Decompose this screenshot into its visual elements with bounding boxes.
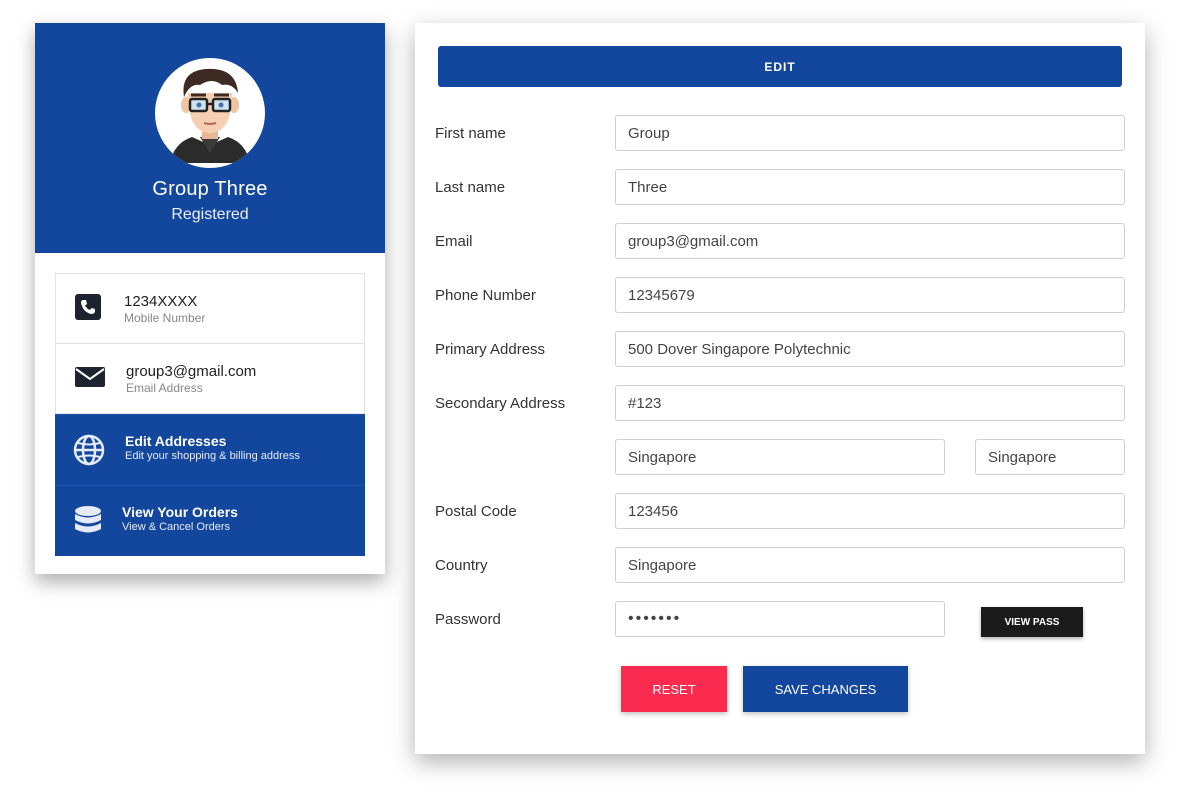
view-pass-button[interactable]: VIEW PASS (981, 607, 1083, 637)
first-name-field[interactable]: Group (615, 115, 1125, 151)
email-label: Email (435, 233, 473, 250)
avatar-illustration (170, 68, 250, 163)
edit-addresses-button[interactable]: Edit Addresses Edit your shopping & bill… (55, 414, 365, 485)
password-label: Password (435, 611, 501, 628)
city-field[interactable]: Singapore (615, 439, 945, 475)
view-orders-subtitle: View & Cancel Orders (122, 521, 231, 533)
phone-icon (74, 293, 104, 323)
reset-button[interactable]: RESET (621, 666, 727, 712)
edit-header-bar: EDIT (438, 46, 1122, 87)
avatar (155, 58, 265, 168)
postal-code-label: Postal Code (435, 503, 517, 520)
profile-header: Group Three Registered (35, 23, 385, 253)
phone-value: 1234XXXX (124, 293, 198, 310)
phone-number-label: Phone Number (435, 287, 536, 304)
profile-card: Group Three Registered 1234XXXX Mobile N… (35, 23, 385, 574)
edit-addresses-title: Edit Addresses (125, 433, 227, 449)
view-orders-button[interactable]: View Your Orders View & Cancel Orders (55, 485, 365, 556)
globe-icon (73, 434, 105, 466)
postal-code-field[interactable]: 123456 (615, 493, 1125, 529)
save-changes-button[interactable]: SAVE CHANGES (743, 666, 908, 712)
profile-name: Group Three (152, 178, 268, 200)
secondary-address-label: Secondary Address (435, 395, 566, 412)
first-name-label: First name (435, 125, 506, 142)
database-icon (73, 505, 105, 537)
profile-info-list: 1234XXXX Mobile Number group3@gmail.com … (55, 273, 365, 556)
edit-addresses-subtitle: Edit your shopping & billing address (125, 450, 300, 462)
phone-number-field[interactable]: 12345679 (615, 277, 1125, 313)
state-field[interactable]: Singapore (975, 439, 1125, 475)
email-label: Email Address (126, 381, 203, 395)
country-field[interactable]: Singapore (615, 547, 1125, 583)
last-name-label: Last name (435, 179, 506, 196)
country-label: Country (435, 557, 488, 574)
secondary-address-field[interactable]: #123 (615, 385, 1125, 421)
phone-label: Mobile Number (124, 311, 206, 325)
email-value: group3@gmail.com (126, 363, 257, 380)
edit-form-card: EDIT First name Group Last name Three Em… (415, 23, 1145, 754)
password-field[interactable]: ••••••• (615, 601, 945, 637)
last-name-field[interactable]: Three (615, 169, 1125, 205)
view-orders-title: View Your Orders (122, 504, 238, 520)
profile-status: Registered (171, 206, 249, 223)
primary-address-field[interactable]: 500 Dover Singapore Polytechnic (615, 331, 1125, 367)
phone-info-item: 1234XXXX Mobile Number (55, 273, 365, 343)
primary-address-label: Primary Address (435, 341, 546, 358)
email-info-item: group3@gmail.com Email Address (55, 343, 365, 414)
envelope-icon (74, 363, 105, 393)
email-field[interactable]: group3@gmail.com (615, 223, 1125, 259)
